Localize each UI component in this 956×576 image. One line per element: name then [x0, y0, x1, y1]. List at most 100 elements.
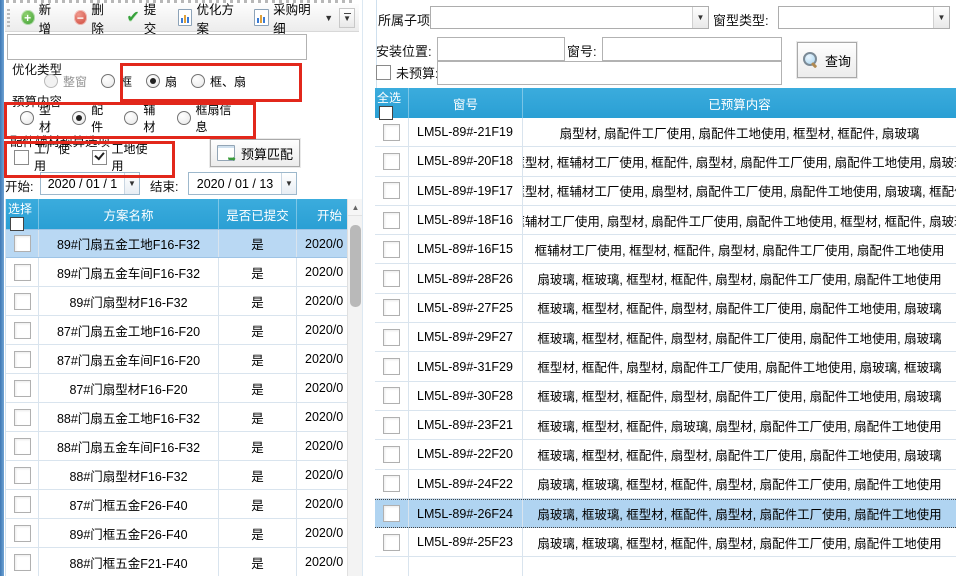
window-no-cell: LM5L-89#-19F17: [409, 177, 523, 205]
row-checkbox[interactable]: [383, 212, 400, 229]
chevron-down-icon[interactable]: ▼: [692, 7, 708, 28]
optimize-type-radio-2[interactable]: 扇: [146, 73, 177, 90]
window-table-row[interactable]: LM5L-89#-29F27框玻璃, 框型材, 框配件, 扇型材, 扇配件工厂使…: [375, 323, 956, 352]
row-checkbox[interactable]: [383, 270, 400, 287]
window-table-row[interactable]: LM5L-89#-27F25框玻璃, 框型材, 框配件, 扇型材, 扇配件工厂使…: [375, 294, 956, 323]
toolbar-overflow-button[interactable]: ▼: [339, 8, 355, 28]
row-checkbox[interactable]: [383, 417, 400, 434]
budget-match-button[interactable]: 预算匹配: [210, 139, 300, 167]
submit-button-label: 提交: [144, 0, 166, 37]
row-checkbox[interactable]: [383, 446, 400, 463]
row-checkbox[interactable]: [383, 124, 400, 141]
row-checkbox[interactable]: [14, 322, 31, 339]
plan-table-row[interactable]: 87#门扇型材F16-F20是2020/0: [6, 374, 363, 403]
plan-table-scrollbar[interactable]: ▲: [347, 199, 363, 576]
row-checkbox[interactable]: [14, 496, 31, 513]
optimize-type-radio-3[interactable]: 框、扇: [191, 73, 246, 90]
window-table-row[interactable]: LM5L-89#-16F15框辅材工厂使用, 框型材, 框配件, 扇型材, 扇配…: [375, 235, 956, 264]
row-checkbox[interactable]: [383, 505, 400, 522]
window-table-row[interactable]: LM5L-89#-22F20框玻璃, 框型材, 框配件, 扇型材, 扇配件工厂使…: [375, 440, 956, 469]
chevron-down-icon[interactable]: ▼: [933, 7, 949, 28]
no-budget-input[interactable]: [437, 61, 782, 85]
column-header-plan-name[interactable]: 方案名称: [39, 199, 219, 229]
column-header-submitted[interactable]: 是否已提交: [219, 199, 297, 229]
plan-table-row[interactable]: 89#门扇五金车间F16-F32是2020/0: [6, 258, 363, 287]
window-no-cell: LM5L-89#-26F24: [409, 500, 523, 527]
plan-table: 选择 方案名称 是否已提交 开始 89#门扇五金工地F16-F32是2020/0…: [5, 199, 363, 576]
row-checkbox[interactable]: [383, 534, 400, 551]
row-checkbox[interactable]: [14, 293, 31, 310]
row-checkbox[interactable]: [383, 241, 400, 258]
chevron-down-icon[interactable]: ▼: [281, 173, 296, 194]
budget-content-radio-0[interactable]: 型材: [20, 101, 58, 135]
usage-checkbox-item-1[interactable]: 工地使用: [92, 140, 156, 174]
plan-table-row[interactable]: 87#门扇五金车间F16-F20是2020/0: [6, 345, 363, 374]
plan-table-row[interactable]: 88#门扇五金工地F16-F32是2020/0: [6, 403, 363, 432]
window-table-row[interactable]: LM5L-89#-28F26扇玻璃, 框玻璃, 框型材, 框配件, 扇型材, 扇…: [375, 264, 956, 293]
column-header-budgeted-content[interactable]: 已预算内容: [523, 88, 956, 118]
window-table-row[interactable]: LM5L-89#-30F28框玻璃, 框型材, 框配件, 扇型材, 扇配件工厂使…: [375, 382, 956, 411]
submitted-cell: 是: [219, 490, 297, 518]
budget-content-radio-1[interactable]: 配件: [72, 101, 110, 135]
row-checkbox[interactable]: [14, 525, 31, 542]
window-table-row[interactable]: LM5L-89#-21F19扇型材, 扇配件工厂使用, 扇配件工地使用, 框型材…: [375, 118, 956, 147]
window-no-input[interactable]: [602, 37, 782, 61]
budget-content-radio-3[interactable]: 框扇信息: [177, 101, 236, 135]
row-select-cell: [375, 500, 409, 527]
window-table-row[interactable]: LM5L-89#-20F18框型材, 框辅材工厂使用, 框配件, 扇型材, 扇配…: [375, 147, 956, 176]
row-checkbox[interactable]: [14, 467, 31, 484]
select-all-checkbox[interactable]: [379, 106, 393, 120]
sub-item-select[interactable]: ▼: [430, 6, 709, 29]
no-budget-checkbox[interactable]: [376, 65, 391, 80]
row-select-cell: [6, 287, 39, 315]
install-pos-input[interactable]: [437, 37, 565, 61]
window-table-row[interactable]: LM5L-89#-19F17框型材, 框辅材工厂使用, 扇型材, 扇配件工厂使用…: [375, 177, 956, 206]
window-table-row[interactable]: LM5L-89#-25F23扇玻璃, 框玻璃, 框型材, 框配件, 扇型材, 扇…: [375, 528, 956, 557]
window-table-row[interactable]: LM5L-89#-24F22扇玻璃, 框玻璃, 框型材, 框配件, 扇型材, 扇…: [375, 470, 956, 499]
window-table-row[interactable]: LM5L-89#-26F24扇玻璃, 框玻璃, 框型材, 框配件, 扇型材, 扇…: [375, 499, 956, 528]
row-checkbox[interactable]: [14, 438, 31, 455]
plan-name-cell: 89#门框五金F26-F40: [39, 519, 219, 547]
date-end-picker[interactable]: 2020 / 01 / 13 ▼: [188, 172, 297, 195]
plan-table-row[interactable]: 88#门扇型材F16-F32是2020/0: [6, 461, 363, 490]
plan-table-row[interactable]: 89#门扇五金工地F16-F32是2020/0: [6, 229, 363, 258]
window-type-select[interactable]: ▼: [778, 6, 950, 29]
row-checkbox[interactable]: [14, 409, 31, 426]
row-checkbox[interactable]: [383, 153, 400, 170]
row-checkbox[interactable]: [14, 380, 31, 397]
scroll-up-icon[interactable]: ▲: [348, 199, 363, 216]
toolbar-grip-handle[interactable]: [7, 9, 10, 27]
column-header-window-no[interactable]: 窗号: [409, 88, 523, 118]
chevron-down-icon[interactable]: ▼: [124, 173, 139, 194]
scrollbar-thumb[interactable]: [350, 225, 361, 307]
row-checkbox[interactable]: [383, 299, 400, 316]
plan-table-row[interactable]: 88#门扇五金车间F16-F32是2020/0: [6, 432, 363, 461]
row-checkbox[interactable]: [14, 235, 31, 252]
usage-checkbox-item-0[interactable]: 工厂使用: [14, 140, 78, 174]
plan-name-cell: 87#门扇型材F16-F20: [39, 374, 219, 402]
budget-content-radio-label: 框扇信息: [196, 101, 236, 135]
plan-table-row[interactable]: 89#门框五金F26-F40是2020/0: [6, 519, 363, 548]
optimize-type-radio-1[interactable]: 框: [101, 73, 132, 90]
date-start-picker[interactable]: 2020 / 01 / 1 ▼: [40, 172, 140, 195]
window-table-row[interactable]: LM5L-89#-18F16框辅材工厂使用, 扇型材, 扇配件工厂使用, 扇配件…: [375, 206, 956, 235]
window-table-row[interactable]: LM5L-89#-31F29框型材, 框配件, 扇型材, 扇配件工厂使用, 扇配…: [375, 352, 956, 381]
plan-table-row[interactable]: 87#门扇五金工地F16-F20是2020/0: [6, 316, 363, 345]
row-checkbox[interactable]: [14, 351, 31, 368]
window-table-row[interactable]: LM5L-89#-23F21框玻璃, 框型材, 框配件, 扇玻璃, 扇型材, 扇…: [375, 411, 956, 440]
optimize-type-radio-0[interactable]: 整窗: [44, 73, 87, 90]
plan-table-row[interactable]: 87#门框五金F26-F40是2020/0: [6, 490, 363, 519]
row-checkbox[interactable]: [14, 264, 31, 281]
row-checkbox[interactable]: [383, 358, 400, 375]
select-all-checkbox[interactable]: [10, 217, 24, 231]
row-checkbox[interactable]: [383, 387, 400, 404]
plan-search-input[interactable]: [7, 34, 307, 60]
row-checkbox[interactable]: [14, 554, 31, 571]
plan-table-row[interactable]: 89#门扇型材F16-F32是2020/0: [6, 287, 363, 316]
row-checkbox[interactable]: [383, 475, 400, 492]
row-checkbox[interactable]: [383, 329, 400, 346]
plan-table-row[interactable]: 88#门框五金F21-F40是2020/0: [6, 548, 363, 576]
budget-content-radio-2[interactable]: 辅材: [124, 101, 162, 135]
row-checkbox[interactable]: [383, 182, 400, 199]
query-button[interactable]: 查询: [797, 42, 857, 78]
